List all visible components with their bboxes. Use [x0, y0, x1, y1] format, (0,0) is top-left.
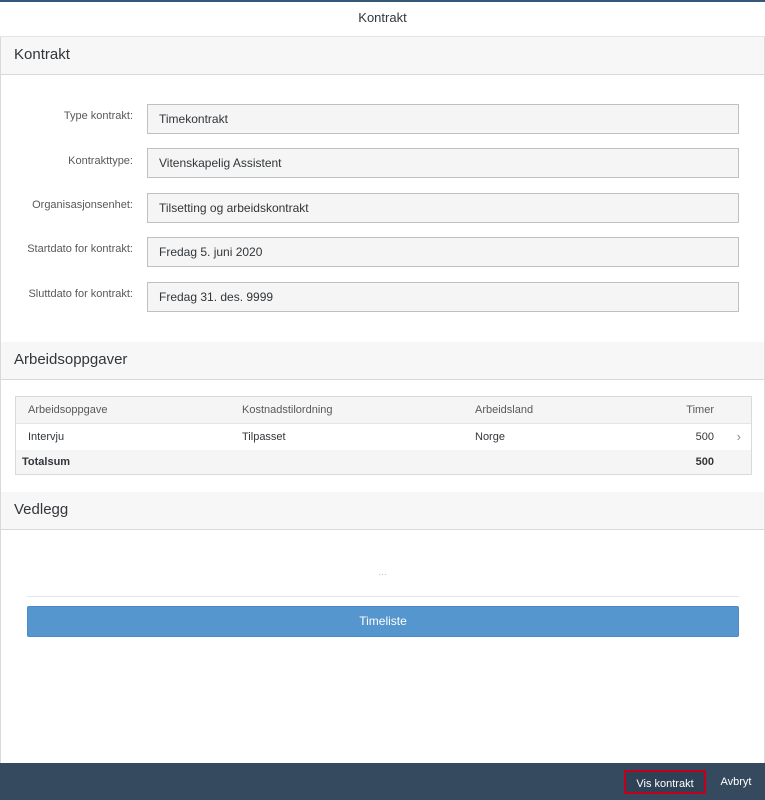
section-title-kontrakt: Kontrakt [14, 46, 70, 63]
section-header-vedlegg: Vedlegg [1, 492, 764, 530]
footer-bar: Vis kontrakt Avbryt [0, 763, 765, 800]
field-organisasjonsenhet[interactable]: Tilsetting og arbeidskontrakt [147, 193, 739, 223]
section-title-arbeidsoppgaver: Arbeidsoppgaver [14, 351, 128, 368]
tasks-table: Arbeidsoppgave Kostnadstilordning Arbeid… [15, 396, 752, 475]
column-header-arbeidsoppgave: Arbeidsoppgave [28, 404, 108, 416]
column-header-kostnadstilordning: Kostnadstilordning [242, 404, 333, 416]
table-header-row: Arbeidsoppgave Kostnadstilordning Arbeid… [16, 397, 751, 424]
label-kontrakttype: Kontrakttype: [68, 155, 133, 167]
field-sluttdato[interactable]: Fredag 31. des. 9999 [147, 282, 739, 312]
section-header-arbeidsoppgaver: Arbeidsoppgaver [1, 342, 764, 380]
dialog-title: Kontrakt [0, 2, 765, 37]
column-header-timer: Timer [686, 404, 714, 416]
attachments-divider [27, 596, 739, 597]
dialog-content: Kontrakt Type kontrakt: Timekontrakt Kon… [0, 37, 765, 763]
cell-cost: Tilpasset [242, 431, 286, 443]
cell-task: Intervju [28, 431, 65, 443]
vis-kontrakt-button[interactable]: Vis kontrakt [624, 770, 706, 794]
table-total-row: Totalsum 500 [16, 450, 751, 474]
field-type-kontrakt[interactable]: Timekontrakt [147, 104, 739, 134]
field-startdato[interactable]: Fredag 5. juni 2020 [147, 237, 739, 267]
total-value: 500 [695, 456, 714, 468]
cell-hours: 500 [695, 431, 714, 443]
label-sluttdato: Sluttdato for kontrakt: [28, 288, 133, 300]
timeliste-button[interactable]: Timeliste [27, 606, 739, 637]
table-row[interactable]: Intervju Tilpasset Norge 500 › [16, 424, 751, 451]
chevron-right-icon[interactable]: › [737, 424, 741, 450]
avbryt-button[interactable]: Avbryt [712, 770, 760, 794]
field-kontrakttype[interactable]: Vitenskapelig Assistent [147, 148, 739, 178]
total-label: Totalsum [22, 456, 71, 468]
section-title-vedlegg: Vedlegg [14, 501, 69, 518]
label-type-kontrakt: Type kontrakt: [63, 110, 133, 122]
label-organisasjonsenhet: Organisasjonsenhet: [32, 199, 133, 211]
attachments-empty-indicator: ... [378, 567, 387, 578]
column-header-arbeidsland: Arbeidsland [475, 404, 534, 416]
cell-country: Norge [475, 431, 505, 443]
section-header-kontrakt: Kontrakt [1, 37, 764, 75]
label-startdato: Startdato for kontrakt: [27, 243, 133, 255]
